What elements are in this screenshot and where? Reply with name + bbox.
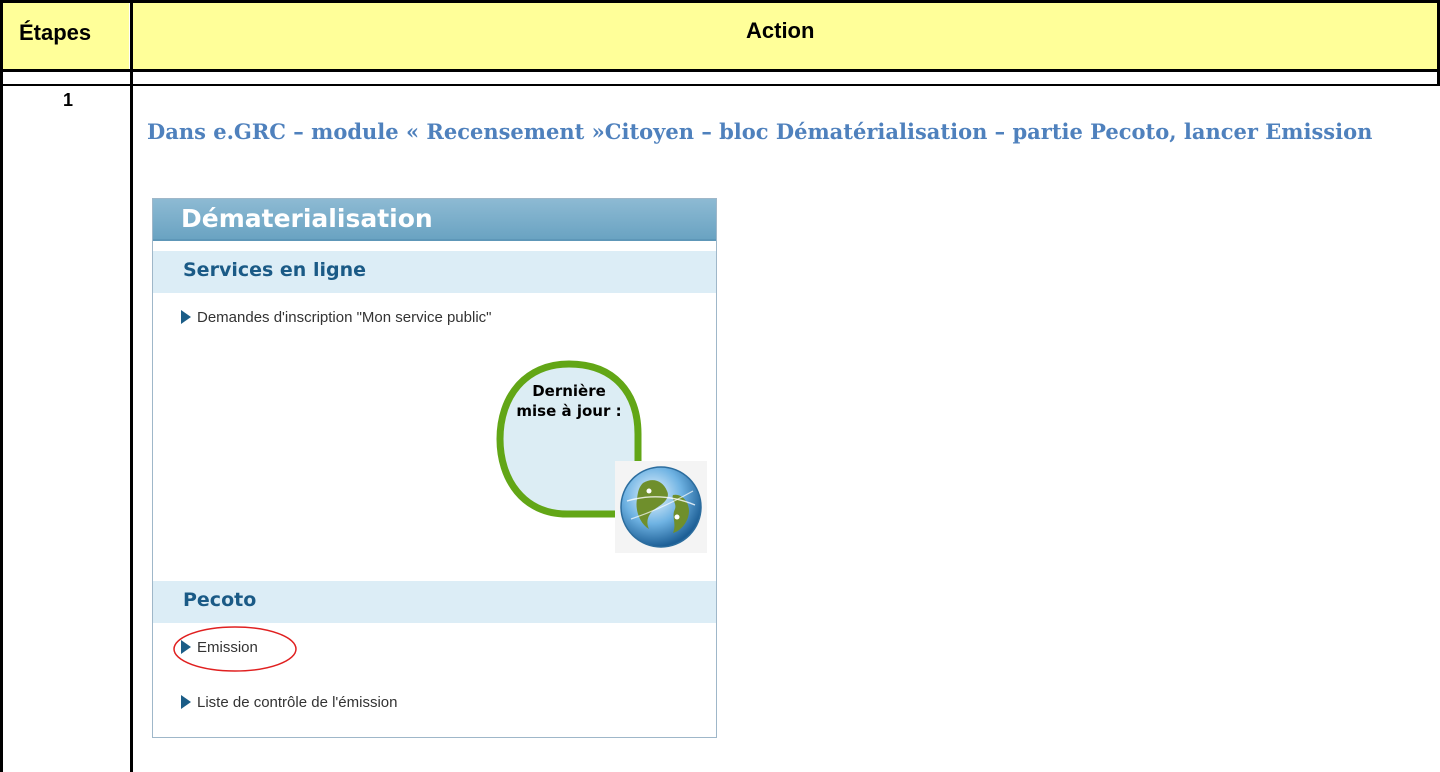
arrow-right-icon: [181, 695, 191, 710]
procedure-table: Étapes Action 1 Dans e.GRC – module « Re…: [0, 0, 1440, 772]
section-pecoto: Pecoto: [153, 581, 716, 623]
link-label: Liste de contrôle de l'émission: [197, 694, 398, 711]
panel-header: Dématerialisation: [153, 199, 716, 241]
header-divider: [0, 69, 1440, 72]
bubble-line1: Dernière: [532, 382, 606, 400]
link-label: Demandes d'inscription "Mon service publ…: [197, 309, 492, 326]
step-instruction: Dans e.GRC – module « Recensement »Citoy…: [147, 119, 1373, 144]
table-border-top: [0, 0, 1440, 3]
link-demandes-inscription[interactable]: Demandes d'inscription "Mon service publ…: [181, 309, 491, 326]
header-steps: Étapes: [19, 20, 92, 45]
section-online-title: Services en ligne: [183, 259, 366, 281]
highlight-oval: [173, 626, 297, 672]
arrow-right-icon: [181, 310, 191, 325]
bubble-line2: mise à jour :: [516, 402, 622, 420]
section-online-services: Services en ligne: [153, 251, 716, 293]
column-divider: [130, 0, 133, 772]
link-liste-controle[interactable]: Liste de contrôle de l'émission: [181, 694, 397, 711]
header-action: Action: [746, 18, 815, 43]
table-border-left: [0, 0, 3, 772]
row-divider: [0, 84, 1440, 86]
step-number: 1: [63, 90, 74, 110]
globe-icon: [615, 461, 707, 553]
section-pecoto-title: Pecoto: [183, 589, 257, 611]
panel-title: Dématerialisation: [181, 204, 433, 233]
dematerialisation-panel: Dématerialisation Services en ligne Dema…: [152, 198, 717, 738]
